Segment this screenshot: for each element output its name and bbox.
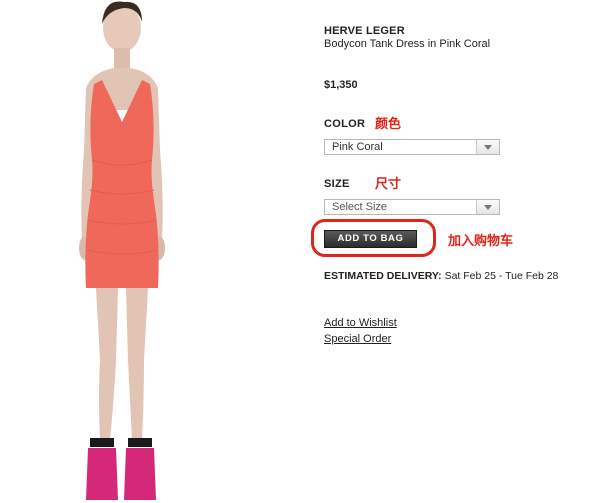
add-to-wishlist-link[interactable]: Add to Wishlist (324, 317, 397, 329)
color-select[interactable]: Pink Coral (324, 139, 500, 155)
size-label: SIZE (324, 178, 350, 190)
delivery-value: Sat Feb 25 - Tue Feb 28 (444, 270, 559, 282)
chevron-down-icon[interactable] (476, 200, 499, 214)
size-annotation: 尺寸 (375, 177, 402, 192)
color-select-value: Pink Coral (332, 141, 383, 153)
estimated-delivery: ESTIMATED DELIVERY: Sat Feb 25 - Tue Feb… (324, 270, 558, 282)
color-label: COLOR (324, 118, 366, 130)
product-title: Bodycon Tank Dress in Pink Coral (324, 38, 491, 50)
size-select[interactable]: Select Size (324, 199, 500, 215)
product-price: $1,350 (324, 79, 358, 91)
product-image (40, 0, 240, 503)
add-to-bag-annotation: 加入购物车 (448, 234, 514, 249)
delivery-label: ESTIMATED DELIVERY: (324, 270, 442, 282)
special-order-link[interactable]: Special Order (324, 333, 391, 345)
size-select-value: Select Size (332, 201, 388, 213)
color-annotation: 颜色 (375, 117, 402, 132)
add-to-bag-button[interactable]: ADD TO BAG (324, 230, 417, 248)
chevron-down-icon[interactable] (476, 140, 499, 154)
model-illustration (79, 1, 165, 500)
brand-name: HERVE LEGER (324, 25, 405, 37)
